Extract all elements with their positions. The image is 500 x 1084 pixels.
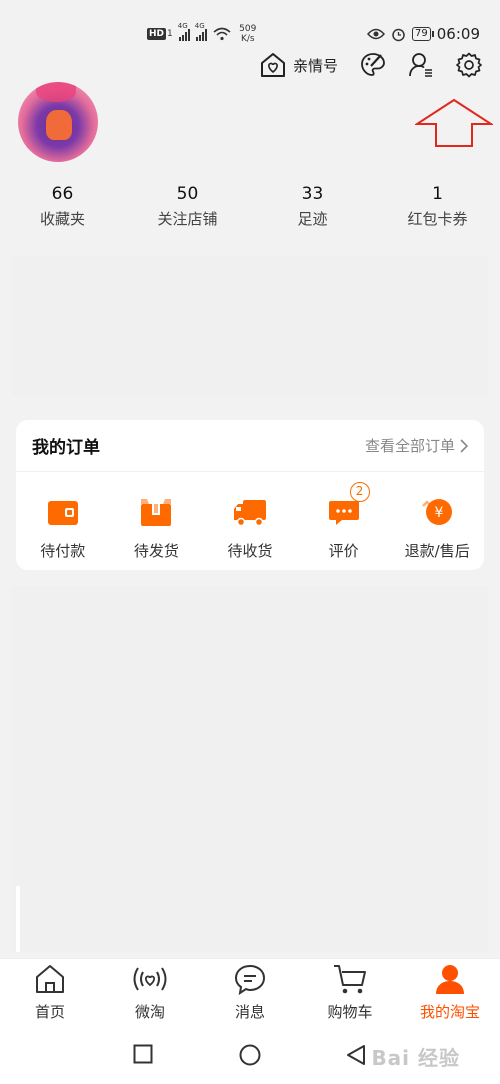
order-label: 待付款 (40, 542, 86, 560)
signal-icon-2: 4G (195, 22, 207, 41)
orders-card: 我的订单 查看全部订单 待付款 待发货 待收货 2 评价 ¥ 退款/售后 (16, 420, 484, 570)
tab-my-taobao[interactable]: 我的淘宝 (400, 959, 500, 1028)
family-account-button[interactable]: 亲情号 (259, 52, 338, 78)
home-icon (36, 965, 64, 993)
view-all-orders-link[interactable]: 查看全部订单 (365, 435, 468, 456)
tab-weitao[interactable]: 微淘 (100, 959, 200, 1028)
order-pending-shipment[interactable]: 待发货 (110, 494, 204, 561)
back-triangle-icon[interactable] (346, 1044, 366, 1066)
hd-sub: 1 (167, 29, 173, 39)
status-left: HD 1 4G 4G 509 K/s (147, 22, 259, 44)
wallet-icon (47, 501, 78, 525)
status-right: 79 06:09 (367, 25, 480, 43)
tab-label: 我的淘宝 (419, 1003, 480, 1021)
order-refund-aftersale[interactable]: ¥ 退款/售后 (390, 494, 484, 561)
truck-icon (233, 500, 266, 527)
stats-row: 66 收藏夹 50 关注店铺 33 足迹 1 红包卡券 (0, 182, 500, 229)
package-icon (141, 499, 172, 526)
top-actions: 亲情号 (259, 52, 482, 78)
message-icon (234, 964, 266, 995)
home-heart-icon (260, 53, 285, 77)
eye-icon (367, 28, 386, 40)
stat-label: 足迹 (297, 210, 328, 228)
stat-footprints[interactable]: 33 足迹 (250, 182, 375, 229)
tab-label: 微淘 (134, 1003, 165, 1021)
hd-badge: HD (147, 28, 167, 40)
stat-coupons[interactable]: 1 红包卡券 (375, 182, 500, 229)
tab-label: 购物车 (327, 1003, 373, 1021)
profile-icon (436, 965, 464, 994)
order-label: 退款/售后 (404, 542, 470, 560)
stat-label: 红包卡券 (407, 210, 468, 228)
clock: 06:09 (436, 25, 480, 43)
order-label: 待发货 (133, 542, 179, 560)
account-switch-icon[interactable] (408, 52, 434, 78)
tab-messages[interactable]: 消息 (200, 959, 300, 1028)
stat-value: 66 (51, 184, 74, 204)
annotation-arrow-icon (415, 98, 493, 147)
signal-icon: 4G (178, 22, 190, 41)
system-nav-bar: Bai 经验 (0, 1028, 500, 1084)
recent-apps-icon[interactable] (133, 1044, 153, 1064)
blank-panel (12, 256, 488, 396)
stat-followed-shops[interactable]: 50 关注店铺 (125, 182, 250, 229)
stat-favorites[interactable]: 66 收藏夹 (0, 182, 125, 229)
orders-header: 我的订单 查看全部订单 (16, 420, 484, 472)
orders-title: 我的订单 (32, 438, 100, 458)
stat-label: 关注店铺 (157, 210, 218, 228)
chevron-right-icon (460, 438, 468, 453)
comment-icon (328, 501, 359, 525)
alarm-icon (392, 28, 405, 41)
tab-label: 消息 (234, 1003, 265, 1021)
stat-value: 33 (301, 184, 324, 204)
svg-text:¥: ¥ (435, 505, 444, 521)
order-label: 评价 (328, 542, 359, 560)
order-to-review[interactable]: 2 评价 (297, 482, 391, 561)
settings-gear-icon[interactable] (456, 52, 482, 78)
stat-value: 50 (176, 184, 199, 204)
stat-value: 1 (432, 184, 443, 204)
refund-icon: ¥ (422, 499, 453, 525)
review-count-badge: 2 (349, 482, 370, 502)
blank-panel (12, 586, 488, 952)
order-pending-receipt[interactable]: 待收货 (203, 494, 297, 561)
order-pending-payment[interactable]: 待付款 (16, 494, 110, 561)
tab-home[interactable]: 首页 (0, 959, 100, 1028)
tab-label: 首页 (34, 1003, 65, 1021)
order-label: 待收货 (227, 542, 273, 560)
view-all-label: 查看全部订单 (364, 437, 455, 455)
cart-icon (334, 965, 366, 994)
net-speed: 509 K/s (239, 24, 257, 44)
tab-cart[interactable]: 购物车 (300, 959, 400, 1028)
avatar[interactable] (18, 82, 98, 162)
battery-icon: 79 (412, 27, 434, 41)
wifi-icon (213, 27, 231, 41)
skin-palette-icon[interactable] (360, 52, 386, 78)
status-bar: HD 1 4G 4G 509 K/s 79 06:09 (0, 0, 500, 44)
stat-label: 收藏夹 (39, 210, 85, 228)
family-account-label: 亲情号 (292, 56, 338, 75)
watermark: Bai 经验 (371, 1046, 460, 1070)
home-circle-icon[interactable] (239, 1044, 261, 1066)
weitao-icon (133, 967, 167, 991)
orders-row: 待付款 待发货 待收货 2 评价 ¥ 退款/售后 (16, 472, 484, 561)
bottom-tab-bar: 首页 微淘 消息 购物车 我的淘宝 (0, 958, 500, 1028)
